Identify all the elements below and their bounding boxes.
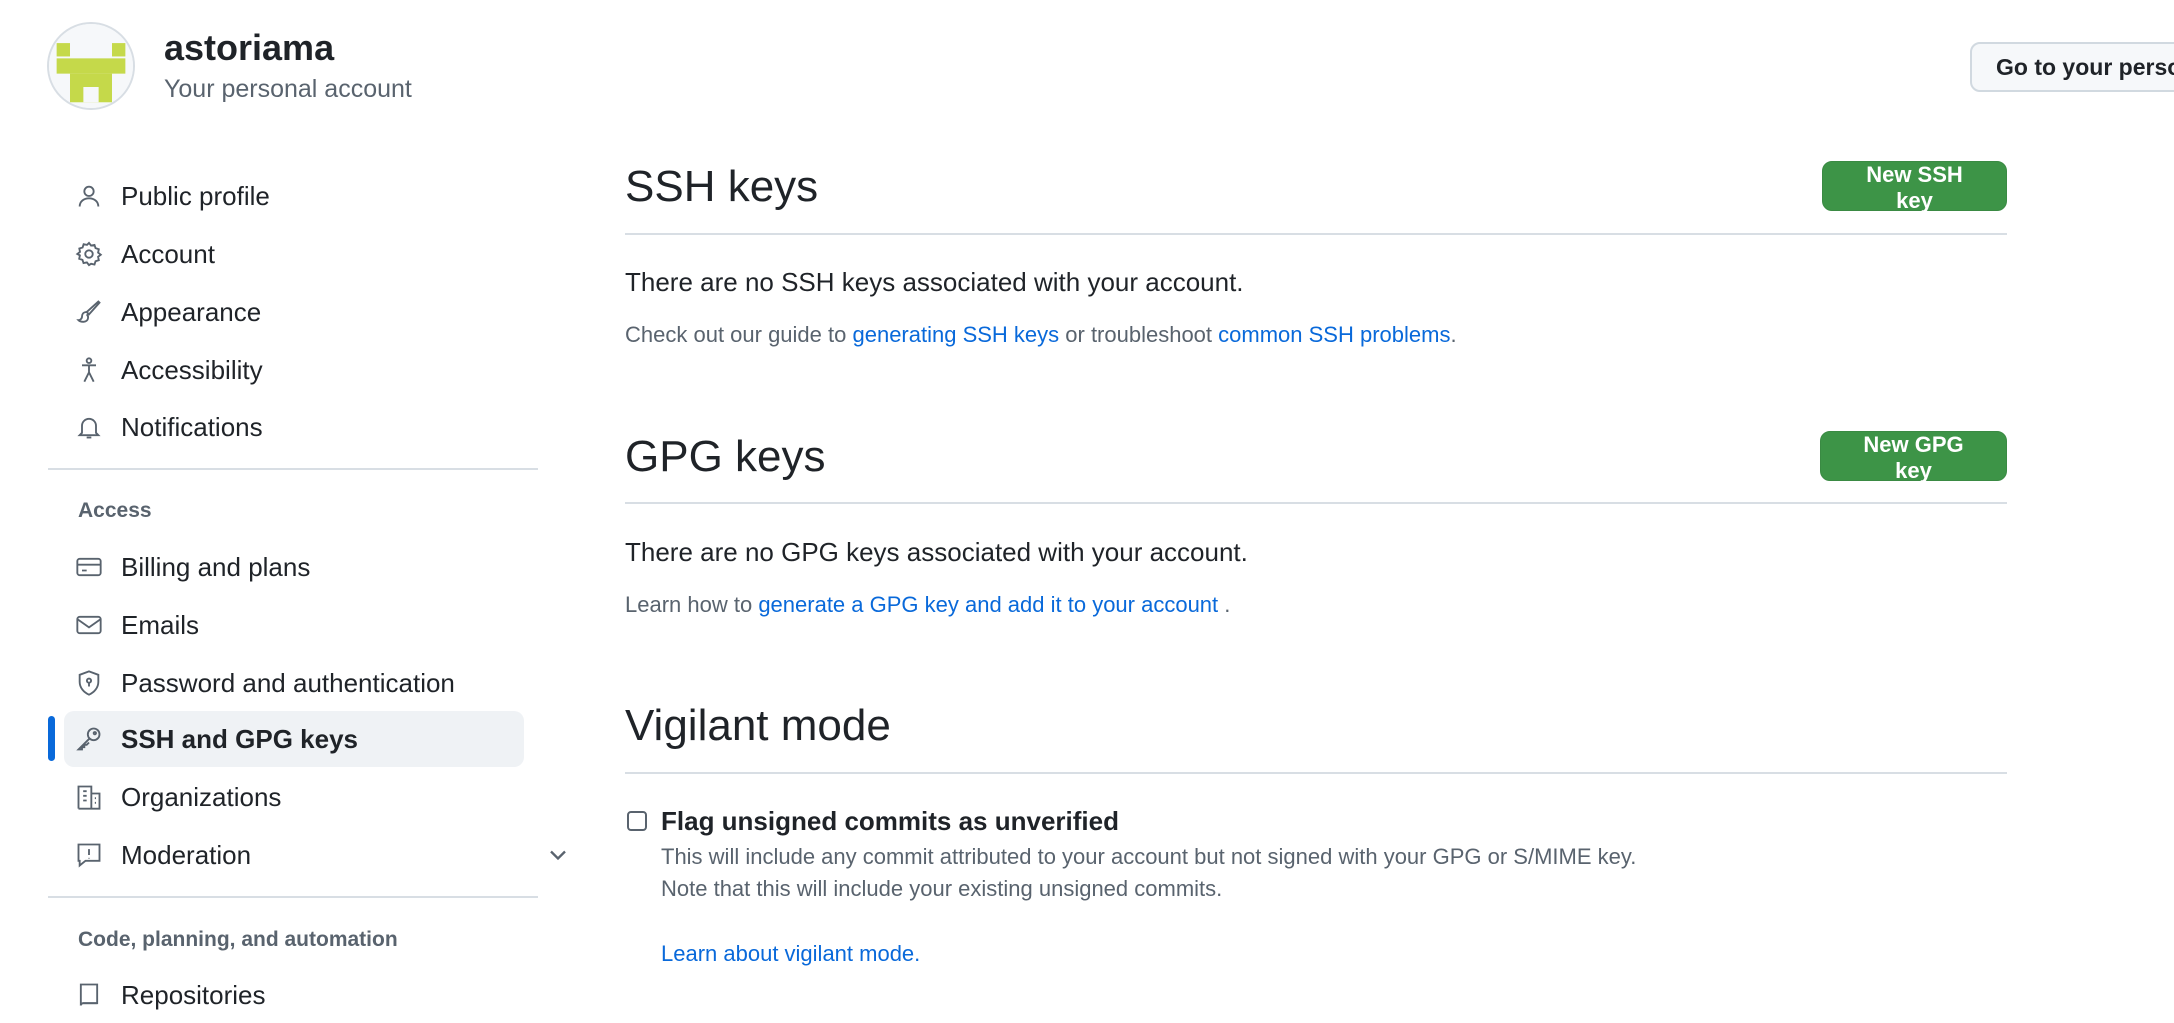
sidebar-item-label: Repositories	[121, 980, 266, 1010]
report-icon	[75, 841, 103, 869]
flag-unsigned-commits-label[interactable]: Flag unsigned commits as unverified	[661, 804, 1119, 838]
sidebar-item-label: Account	[121, 239, 215, 269]
repo-icon	[75, 981, 103, 1009]
sidebar-item-label: Public profile	[121, 181, 270, 211]
account-name: astoriama	[164, 27, 335, 68]
vigilant-mode-title: Vigilant mode	[625, 701, 891, 750]
ssh-guide-prefix: Check out our guide to	[625, 322, 853, 347]
learn-vigilant-mode-link[interactable]: Learn about vigilant mode.	[661, 940, 920, 968]
sidebar-item-account[interactable]: Account	[64, 226, 524, 282]
generate-gpg-key-link[interactable]: generate a GPG key and add it to your ac…	[758, 592, 1218, 617]
sidebar-item-label: Emails	[121, 610, 200, 640]
credit-card-icon	[75, 553, 103, 581]
chevron-down-icon[interactable]	[544, 841, 572, 869]
avatar	[47, 22, 135, 110]
section-divider	[625, 233, 2007, 235]
gpg-learn-suffix: .	[1218, 592, 1231, 617]
ssh-guide-suffix: .	[1450, 322, 1457, 347]
ssh-guide-text: Check out our guide to generating SSH ke…	[625, 321, 1457, 349]
sidebar-item-label: Moderation	[121, 840, 252, 870]
generating-ssh-keys-link[interactable]: generating SSH keys	[852, 322, 1059, 347]
sidebar-item-label: Password and authentication	[121, 668, 455, 698]
sidebar-item-billing[interactable]: Billing and plans	[64, 539, 524, 595]
sidebar-item-repositories[interactable]: Repositories	[64, 967, 524, 1023]
gpg-learn-text: Learn how to generate a GPG key and add …	[625, 591, 1230, 619]
gear-icon	[75, 240, 103, 268]
sidebar-item-moderation[interactable]: Moderation	[64, 827, 566, 883]
sidebar-item-password[interactable]: Password and authentication	[64, 655, 524, 711]
sidebar-divider	[48, 896, 538, 898]
shield-lock-icon	[75, 669, 103, 697]
sidebar-item-accessibility[interactable]: Accessibility	[64, 342, 524, 398]
section-divider	[625, 772, 2007, 774]
vigilant-description-line1: This will include any commit attributed …	[661, 844, 1637, 869]
vigilant-description-line2: Note that this will include your existin…	[661, 876, 1223, 901]
sidebar-item-ssh-gpg-keys[interactable]: SSH and GPG keys	[64, 711, 524, 767]
flag-unsigned-commits-checkbox[interactable]	[627, 811, 647, 831]
gpg-keys-title: GPG keys	[625, 432, 826, 481]
ssh-empty-message: There are no SSH keys associated with yo…	[625, 267, 1244, 297]
gpg-learn-prefix: Learn how to	[625, 592, 759, 617]
sidebar-item-label: Accessibility	[121, 355, 263, 385]
ssh-keys-title: SSH keys	[625, 162, 819, 211]
sidebar-item-appearance[interactable]: Appearance	[64, 284, 524, 340]
new-gpg-key-button[interactable]: New GPG key	[1820, 431, 2007, 483]
sidebar-item-label: Notifications	[121, 412, 263, 442]
sidebar-item-emails[interactable]: Emails	[64, 597, 524, 653]
account-subtitle: Your personal account	[164, 75, 412, 103]
sidebar-item-label: Billing and plans	[121, 552, 311, 582]
gpg-empty-message: There are no GPG keys associated with yo…	[625, 537, 1248, 567]
paintbrush-icon	[75, 298, 103, 326]
common-ssh-problems-link[interactable]: common SSH problems	[1218, 322, 1450, 347]
sidebar-heading-access: Access	[78, 499, 152, 522]
sidebar-item-label: Organizations	[121, 782, 282, 812]
active-indicator	[48, 716, 55, 761]
sidebar-item-notifications[interactable]: Notifications	[64, 399, 524, 455]
bell-icon	[75, 413, 103, 441]
sidebar-item-public-profile[interactable]: Public profile	[64, 168, 524, 224]
go-to-profile-button[interactable]: Go to your personal profile	[1970, 42, 2174, 92]
key-icon	[75, 725, 103, 753]
new-ssh-key-button[interactable]: New SSH key	[1822, 161, 2007, 213]
section-divider	[625, 502, 2007, 504]
sidebar-item-label: SSH and GPG keys	[121, 724, 358, 754]
accessibility-icon	[75, 356, 103, 384]
sidebar-divider	[48, 468, 538, 470]
organization-icon	[75, 783, 103, 811]
identicon-icon	[49, 24, 133, 108]
person-icon	[75, 182, 103, 210]
sidebar-heading-code: Code, planning, and automation	[78, 928, 398, 951]
sidebar-item-organizations[interactable]: Organizations	[64, 769, 524, 825]
sidebar-item-label: Appearance	[121, 297, 262, 327]
ssh-guide-middle: or troubleshoot	[1059, 322, 1219, 347]
mail-icon	[75, 611, 103, 639]
